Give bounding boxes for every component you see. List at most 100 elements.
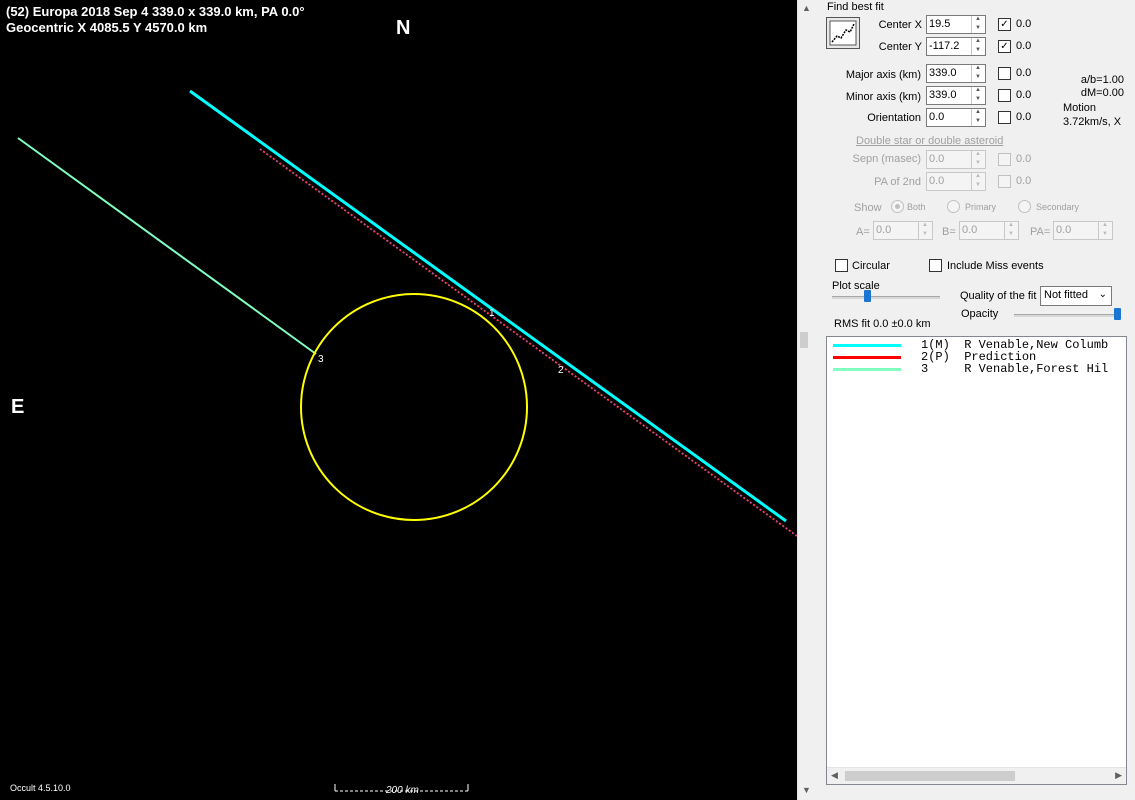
sepn-label: Sepn (masec) bbox=[852, 153, 921, 165]
center-x-checkbox[interactable]: ✓ bbox=[998, 18, 1011, 31]
minor-axis-checkbox[interactable] bbox=[998, 89, 1011, 102]
center-x-label: Center X bbox=[878, 19, 922, 31]
chevron-down-icon: ⌄ bbox=[1098, 289, 1107, 300]
b-label: B= bbox=[942, 226, 956, 238]
orientation-checkbox[interactable] bbox=[998, 111, 1011, 124]
opacity-thumb[interactable] bbox=[1114, 308, 1121, 320]
show-both-radio[interactable] bbox=[891, 200, 904, 213]
pa2nd-resid: 0.0 bbox=[1016, 175, 1032, 187]
north-label: N bbox=[396, 17, 411, 39]
show-secondary-radio[interactable] bbox=[1018, 200, 1031, 213]
opacity-track[interactable] bbox=[1014, 314, 1120, 317]
show-primary-radio[interactable] bbox=[947, 200, 960, 213]
vertical-scrollbar[interactable]: ▲ ▼ bbox=[797, 0, 818, 800]
center-y-input[interactable]: -117.2 bbox=[926, 37, 986, 56]
prediction-line-overlay bbox=[259, 148, 797, 537]
center-y-resid: 0.0 bbox=[1016, 40, 1032, 52]
ab-ratio: a/b=1.00 bbox=[1080, 74, 1124, 86]
plot-scale-thumb[interactable] bbox=[864, 290, 871, 302]
legend-text: 3 R Venable,Forest Hil bbox=[921, 362, 1109, 376]
center-x-spinner[interactable] bbox=[971, 16, 985, 33]
scroll-left-icon[interactable]: ◀ bbox=[831, 770, 838, 781]
include-miss-checkbox[interactable] bbox=[929, 259, 942, 272]
quality-label: Quality of the fit bbox=[960, 290, 1037, 302]
show-secondary-label: Secondary bbox=[1036, 202, 1080, 212]
plot-scale-label: Plot scale bbox=[832, 280, 880, 292]
center-x-input[interactable]: 19.5 bbox=[926, 15, 986, 34]
pa-label: PA= bbox=[1030, 226, 1051, 238]
chord-label-2: 2 bbox=[558, 365, 564, 376]
dm-value: dM=0.00 bbox=[1080, 87, 1124, 99]
motion-value: 3.72km/s, X bbox=[1063, 116, 1122, 128]
pa2nd-spinner[interactable] bbox=[971, 173, 985, 190]
center-y-spinner[interactable] bbox=[971, 38, 985, 55]
major-axis-resid: 0.0 bbox=[1016, 67, 1032, 79]
rms-fit: RMS fit 0.0 ±0.0 km bbox=[834, 318, 931, 330]
a-label: A= bbox=[856, 226, 870, 238]
sepn-input[interactable]: 0.0 bbox=[926, 150, 986, 169]
scroll-down-icon[interactable]: ▼ bbox=[802, 785, 811, 795]
occultation-plot[interactable]: (52) Europa 2018 Sep 4 339.0 x 339.0 km,… bbox=[0, 0, 797, 800]
a-input[interactable]: 0.0 bbox=[873, 221, 933, 240]
pa-input[interactable]: 0.0 bbox=[1053, 221, 1113, 240]
minor-axis-spinner[interactable] bbox=[971, 87, 985, 104]
major-axis-input[interactable]: 339.0 bbox=[926, 64, 986, 83]
scroll-right-icon[interactable]: ▶ bbox=[1115, 770, 1122, 781]
scroll-thumb[interactable] bbox=[800, 332, 808, 348]
scroll-up-icon[interactable]: ▲ bbox=[802, 3, 811, 13]
orientation-input[interactable]: 0.0 bbox=[926, 108, 986, 127]
double-star-link[interactable]: Double star or double asteroid bbox=[856, 135, 1003, 147]
legend-swatch bbox=[833, 344, 901, 347]
fit-control-panel: Find best fit Center X 19.5 ✓ 0.0 Center… bbox=[818, 0, 1135, 800]
pa2nd-checkbox[interactable] bbox=[998, 175, 1011, 188]
scale-bar-label: 200 km bbox=[386, 785, 419, 796]
orientation-resid: 0.0 bbox=[1016, 111, 1032, 123]
legend-horizontal-scrollbar[interactable]: ◀ ▶ bbox=[827, 767, 1126, 784]
plot-header-title: (52) Europa 2018 Sep 4 339.0 x 339.0 km,… bbox=[6, 4, 305, 19]
chord-3-line bbox=[17, 137, 317, 355]
chord-label-1: 1 bbox=[489, 308, 495, 319]
minor-axis-resid: 0.0 bbox=[1016, 89, 1032, 101]
circular-label: Circular bbox=[852, 260, 890, 272]
chord-legend-list[interactable]: 1(M) R Venable,New Columb 2(P) Predictio… bbox=[826, 336, 1127, 785]
a-spinner[interactable] bbox=[918, 222, 932, 239]
east-label: E bbox=[11, 396, 25, 418]
chord-label-3: 3 bbox=[318, 354, 324, 365]
orientation-spinner[interactable] bbox=[971, 109, 985, 126]
sepn-checkbox[interactable] bbox=[998, 153, 1011, 166]
quality-select[interactable]: Not fitted ⌄ bbox=[1040, 286, 1112, 306]
b-input[interactable]: 0.0 bbox=[959, 221, 1019, 240]
fit-chart-icon bbox=[829, 20, 857, 46]
chord-1-line bbox=[189, 89, 787, 523]
legend-row[interactable]: 3 R Venable,Forest Hil bbox=[827, 363, 1126, 375]
include-miss-label: Include Miss events bbox=[947, 260, 1044, 272]
show-primary-label: Primary bbox=[965, 202, 996, 212]
major-axis-spinner[interactable] bbox=[971, 65, 985, 82]
minor-axis-input[interactable]: 339.0 bbox=[926, 86, 986, 105]
center-x-resid: 0.0 bbox=[1016, 18, 1032, 30]
pa2nd-label: PA of 2nd bbox=[874, 176, 921, 188]
major-axis-checkbox[interactable] bbox=[998, 67, 1011, 80]
minor-axis-label: Minor axis (km) bbox=[845, 91, 921, 103]
circular-checkbox[interactable] bbox=[835, 259, 848, 272]
show-both-label: Both bbox=[907, 202, 926, 212]
sepn-resid: 0.0 bbox=[1016, 153, 1032, 165]
sepn-spinner[interactable] bbox=[971, 151, 985, 168]
version-label: Occult 4.5.10.0 bbox=[10, 783, 71, 793]
major-axis-label: Major axis (km) bbox=[845, 69, 921, 81]
legend-swatch bbox=[833, 368, 901, 371]
show-label: Show bbox=[854, 202, 882, 214]
plot-scale-track[interactable] bbox=[832, 296, 940, 299]
opacity-label: Opacity bbox=[961, 308, 999, 320]
motion-label: Motion bbox=[1063, 102, 1097, 114]
plot-header-geocentric: Geocentric X 4085.5 Y 4570.0 km bbox=[6, 20, 208, 35]
find-best-fit-button[interactable] bbox=[826, 17, 860, 49]
legend-scroll-thumb[interactable] bbox=[845, 771, 1015, 781]
asteroid-outline bbox=[300, 293, 528, 521]
pa-spinner[interactable] bbox=[1098, 222, 1112, 239]
plot-canvas bbox=[17, 89, 797, 792]
pa2nd-input[interactable]: 0.0 bbox=[926, 172, 986, 191]
center-y-label: Center Y bbox=[878, 41, 922, 53]
b-spinner[interactable] bbox=[1004, 222, 1018, 239]
center-y-checkbox[interactable]: ✓ bbox=[998, 40, 1011, 53]
